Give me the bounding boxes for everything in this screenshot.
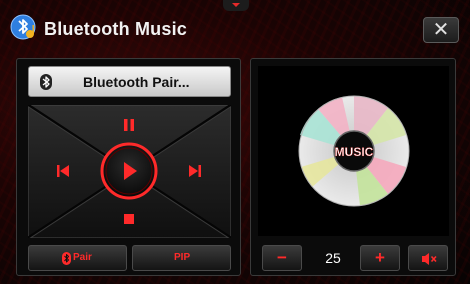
- pip-button[interactable]: PIP: [132, 245, 231, 271]
- volume-controls: − 25 +: [258, 245, 449, 271]
- app-bluetooth-music-icon: [10, 14, 36, 40]
- previous-icon: [57, 165, 69, 177]
- pull-down-handle[interactable]: [223, 0, 249, 11]
- music-disc-icon: MUSIC: [298, 95, 410, 207]
- pause-button[interactable]: [114, 113, 144, 137]
- stop-icon: [124, 214, 134, 224]
- volume-up-button[interactable]: +: [360, 245, 400, 271]
- pair-button[interactable]: Pair: [28, 245, 127, 271]
- title-bar: Bluetooth Music ✕: [0, 0, 470, 50]
- next-track-button[interactable]: [180, 159, 210, 183]
- previous-track-button[interactable]: [48, 159, 78, 183]
- app-window: Bluetooth Music ✕ Bluetooth Pair... Pair…: [0, 0, 470, 284]
- stop-button[interactable]: [114, 207, 144, 231]
- play-button[interactable]: [100, 142, 158, 200]
- next-icon: [189, 165, 201, 177]
- panel-actions: Pair PIP: [28, 245, 231, 271]
- bluetooth-icon: [40, 74, 52, 90]
- pip-button-label: PIP: [174, 252, 191, 263]
- pause-icon: [124, 119, 128, 131]
- close-button[interactable]: ✕: [423, 17, 459, 43]
- mute-icon: [422, 253, 437, 265]
- bluetooth-device-label: Bluetooth Pair...: [83, 74, 190, 90]
- volume-down-button[interactable]: −: [262, 245, 302, 271]
- bluetooth-pair-icon: [62, 252, 71, 265]
- pair-button-label: Pair: [73, 252, 92, 263]
- transport-controls: [28, 105, 231, 238]
- window-title: Bluetooth Music: [44, 19, 187, 39]
- bluetooth-device-button[interactable]: Bluetooth Pair...: [28, 66, 231, 97]
- minus-icon: −: [277, 248, 287, 267]
- mute-button[interactable]: [408, 245, 448, 271]
- disc-label: MUSIC: [335, 145, 374, 159]
- close-icon: ✕: [432, 19, 450, 41]
- plus-icon: +: [375, 248, 385, 267]
- volume-value: 25: [325, 250, 341, 266]
